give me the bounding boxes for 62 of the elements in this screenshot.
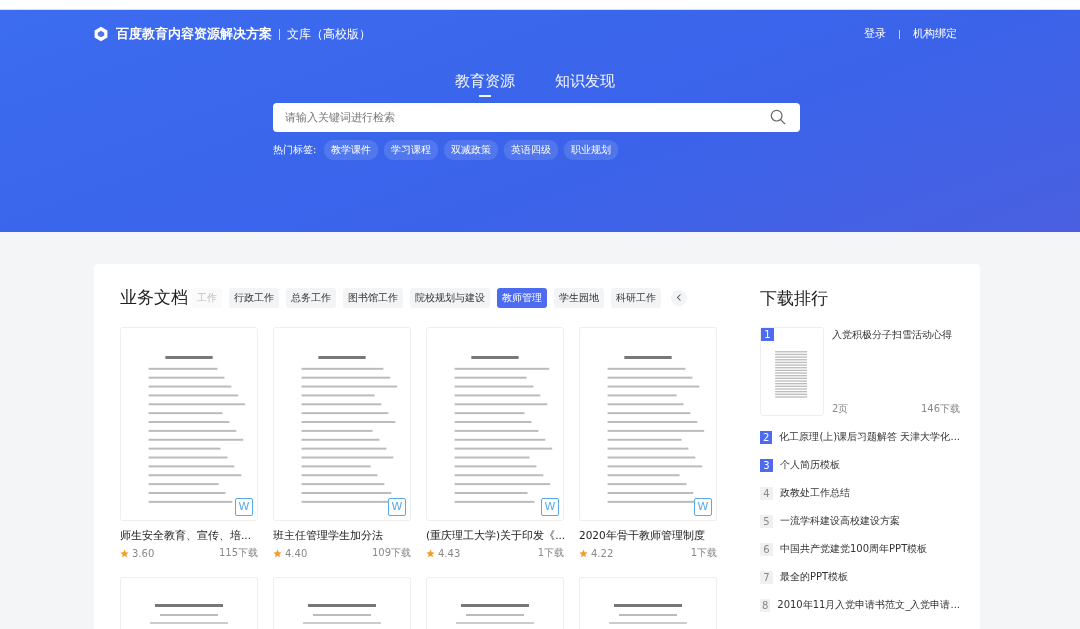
logo-icon <box>93 26 109 42</box>
category-tab[interactable]: 行政工作 <box>229 287 279 308</box>
section-title: 下载排行 <box>760 287 829 310</box>
page-count: 2页 <box>832 402 849 416</box>
category-tab[interactable]: 院校规划与建设 <box>410 287 490 308</box>
category-tab[interactable]: 科研工作 <box>611 287 661 308</box>
rank-badge: 4 <box>760 486 773 500</box>
ranking-title[interactable]: 个人简历模板 <box>780 458 840 472</box>
search-field[interactable]: 请输入关键词进行检索 <box>273 103 800 132</box>
download-count: 109下载 <box>371 546 411 560</box>
hot-tag[interactable]: 教学课件 <box>324 140 379 160</box>
document-title[interactable]: 班主任管理学生加分法 <box>273 528 383 543</box>
rank-badge: 3 <box>760 458 773 472</box>
rank-badge: 2 <box>760 430 773 444</box>
download-count: 1下载 <box>537 546 564 560</box>
rank-badge: 6 <box>760 542 773 556</box>
ranking-title[interactable]: 入党积极分子扫雪活动心得 <box>832 328 960 342</box>
hot-tag[interactable]: 英语四级 <box>504 140 559 160</box>
section-title: 业务文档 <box>120 286 188 309</box>
ranking-title[interactable]: 政教处工作总结 <box>780 486 850 500</box>
download-count: 146下载 <box>920 402 960 416</box>
rating: 4.40 <box>285 547 309 559</box>
category-tab[interactable]: 总务工作 <box>286 287 336 308</box>
header-link[interactable]: 登录 <box>864 27 886 41</box>
category-tab[interactable]: 教师管理 <box>497 287 547 308</box>
brand-name: 百度教育内容资源解决方案 <box>116 25 272 43</box>
download-count: 1下载 <box>690 546 717 560</box>
ranking-title[interactable]: 中国共产党建党100周年PPT模板 <box>780 542 928 556</box>
star-icon <box>273 548 282 558</box>
ranking-title[interactable]: 最全的PPT模板 <box>780 570 849 584</box>
rating: 3.60 <box>132 547 156 559</box>
hot-tags-label: 热门标签: <box>273 143 317 157</box>
document-title[interactable]: 师生安全教育、宣传、培... <box>120 528 251 543</box>
hero-tab[interactable]: 知识发现 <box>555 72 615 97</box>
hot-tag[interactable]: 双减政策 <box>444 140 499 160</box>
hot-tag[interactable]: 学习课程 <box>384 140 439 160</box>
download-count: 115下载 <box>218 546 258 560</box>
rank-badge: 8 <box>760 598 771 612</box>
star-icon <box>579 548 588 558</box>
hot-tag[interactable]: 职业规划 <box>564 140 619 160</box>
file-type-badge: W <box>694 498 712 516</box>
rank-badge: 7 <box>760 570 773 584</box>
file-type-badge: W <box>388 498 406 516</box>
star-icon <box>120 548 129 558</box>
star-icon <box>426 548 435 558</box>
product-name: 文库（高校版） <box>287 25 371 43</box>
category-tab[interactable]: 学生园地 <box>554 287 604 308</box>
search-icon[interactable] <box>770 109 786 125</box>
ranking-title[interactable]: 一流学科建设高校建设方案 <box>780 514 900 528</box>
file-type-badge: W <box>235 498 253 516</box>
file-type-badge: W <box>541 498 559 516</box>
ranking-title[interactable]: 化工原理(上)课后习题解答 天津大学化... <box>779 430 960 444</box>
category-tab[interactable]: 图书馆工作 <box>343 287 403 308</box>
document-title[interactable]: 2020年骨干教师管理制度 <box>579 528 705 543</box>
rank-badge: 1 <box>761 328 774 341</box>
rank-badge: 5 <box>760 514 773 528</box>
hero-tab[interactable]: 教育资源 <box>455 72 515 97</box>
ranking-title[interactable]: 2010年11月入党申请书范文_入党申请... <box>777 598 960 612</box>
rating: 4.43 <box>438 547 462 559</box>
header-link[interactable]: 机构绑定 <box>913 27 957 41</box>
rating: 4.22 <box>591 547 615 559</box>
document-title[interactable]: (重庆理工大学)关于印发《... <box>426 528 566 543</box>
